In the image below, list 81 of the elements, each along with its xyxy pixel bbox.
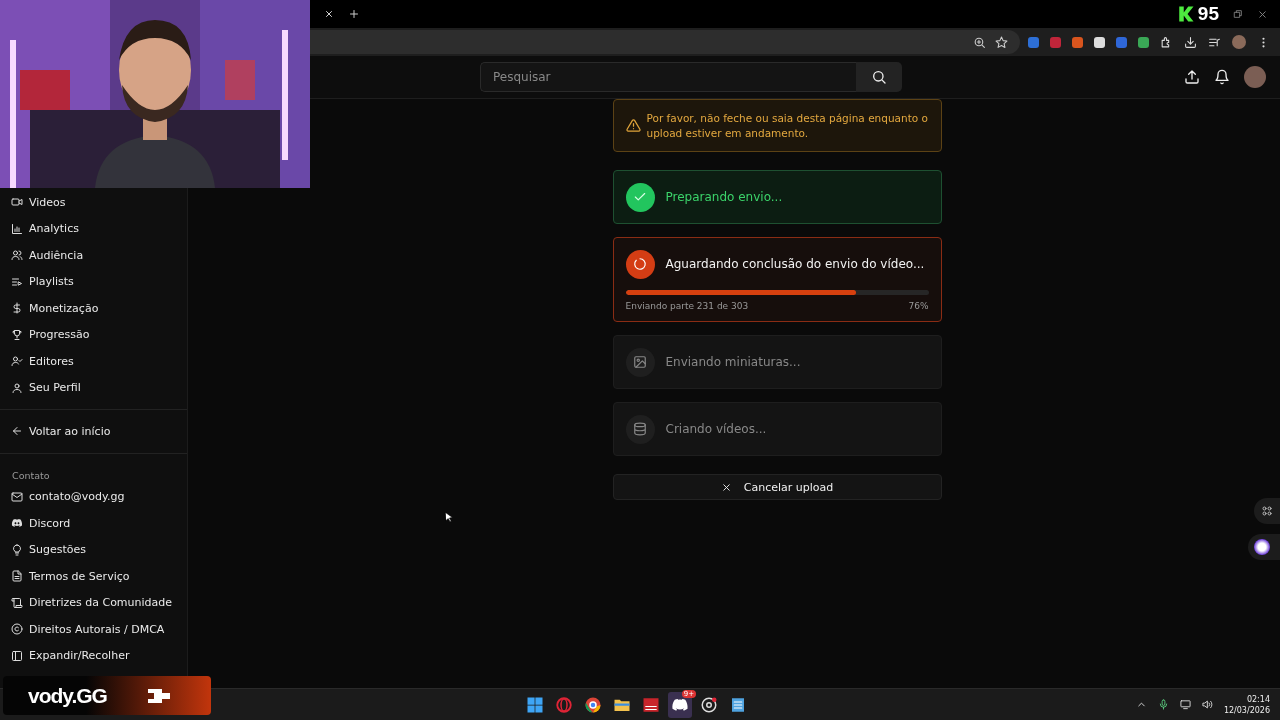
nav-icon <box>11 381 23 394</box>
sidebar-item[interactable]: Expandir/Recolher <box>0 644 187 667</box>
step-label: Enviando miniaturas... <box>665 355 801 369</box>
spinner-icon <box>633 257 647 271</box>
k-logo-icon <box>1176 5 1195 23</box>
nav-icon <box>11 275 23 288</box>
warning-text: Por favor, não feche ou saia desta página enquanto o upload estiver em andamento. <box>646 110 929 141</box>
sidebar-item[interactable]: Direitos Autorais / DMCA <box>0 618 187 641</box>
browser-icon <box>555 695 573 714</box>
document-icon <box>11 570 23 583</box>
step-label: Preparando envio... <box>665 190 783 204</box>
nav-icon <box>11 196 23 209</box>
nav-icon <box>11 222 23 235</box>
camera-icon <box>700 695 718 714</box>
upload-icon[interactable] <box>1184 69 1200 85</box>
scroll-icon <box>11 596 23 609</box>
browser-icon <box>584 695 602 714</box>
restore-icon[interactable] <box>1233 9 1243 19</box>
mixer-icon <box>642 695 660 714</box>
grid-button[interactable] <box>1254 498 1280 524</box>
clock-date: 12/03/2026 <box>1223 704 1270 716</box>
avatar[interactable] <box>1244 66 1266 88</box>
back-link[interactable]: Voltar ao início <box>0 420 187 443</box>
warning-icon <box>625 118 641 133</box>
monitor-icon[interactable] <box>1179 699 1191 710</box>
nav-icon <box>11 355 23 368</box>
sidebar-item[interactable]: Audiência <box>0 244 187 267</box>
lightbulb-icon <box>11 543 23 556</box>
nav-icon <box>11 249 23 262</box>
sidebar-item[interactable]: Videos <box>0 191 187 214</box>
section-heading: Contato <box>11 468 51 483</box>
bell-icon[interactable] <box>1214 69 1230 85</box>
close-icon <box>720 481 732 493</box>
microphone-icon[interactable] <box>1157 699 1169 710</box>
nav-icon <box>11 328 23 341</box>
speaker-icon[interactable] <box>1201 699 1213 710</box>
brand-logo: vody.GG <box>28 683 107 708</box>
step-label: Aguardando conclusão do envio do vídeo... <box>665 257 925 271</box>
sidebar-item[interactable]: Diretrizes da Comunidade <box>0 591 187 614</box>
clock[interactable]: 02:14 12/03/2026 <box>1223 693 1270 716</box>
search-icon <box>871 69 887 85</box>
nav-icon <box>11 302 23 315</box>
sidebar-item[interactable]: Progressão <box>0 323 187 346</box>
sidebar-item[interactable]: Seu Perfil <box>0 376 187 399</box>
search-field[interactable]: Pesquisar <box>480 62 856 92</box>
start-icon <box>526 695 544 714</box>
copyright-icon <box>11 623 23 636</box>
arrow-left-icon <box>11 425 23 438</box>
sidebar-item[interactable]: contato@vody.gg <box>0 485 187 508</box>
mouse-pointer-icon <box>443 510 455 524</box>
notepad-icon <box>729 695 747 714</box>
extension-icon[interactable] <box>1138 36 1149 48</box>
sidebar-icon <box>11 649 23 662</box>
chat-icon <box>11 517 23 530</box>
cancel-button[interactable]: Cancelar upload <box>612 474 942 500</box>
database-icon <box>633 422 647 436</box>
grid-icon <box>1261 505 1273 517</box>
score-counter: 95 <box>1197 3 1219 25</box>
progress-detail: Enviando parte 231 de 303 <box>625 301 749 311</box>
sidebar-item[interactable]: Monetização <box>0 297 187 320</box>
sidebar-item[interactable]: Sugestões <box>0 538 187 561</box>
star-icon[interactable] <box>995 35 1008 49</box>
check-icon <box>633 190 647 204</box>
chat-bubble-button[interactable] <box>1248 534 1280 560</box>
sidebar-item[interactable]: Editores <box>0 350 187 373</box>
sidebar-item[interactable]: Termos de Serviço <box>0 565 187 588</box>
progress-percent: 76% <box>908 301 929 311</box>
extension-icon[interactable] <box>1094 36 1105 48</box>
download-icon[interactable] <box>1184 35 1197 49</box>
sidebar-item[interactable]: Analytics <box>0 217 187 240</box>
zoom-icon[interactable] <box>973 35 986 49</box>
sidebar-item[interactable]: Playlists <box>0 270 187 293</box>
step-label: Criando vídeos... <box>665 422 767 436</box>
clock-time: 02:14 <box>1246 693 1270 705</box>
sidebar-item[interactable]: Discord <box>0 512 187 535</box>
avatar[interactable] <box>1232 35 1246 49</box>
close-icon[interactable] <box>324 9 334 19</box>
search-button[interactable] <box>856 62 902 92</box>
mail-icon <box>11 490 23 503</box>
image-icon <box>633 355 647 369</box>
new-tab-icon[interactable] <box>348 8 360 20</box>
